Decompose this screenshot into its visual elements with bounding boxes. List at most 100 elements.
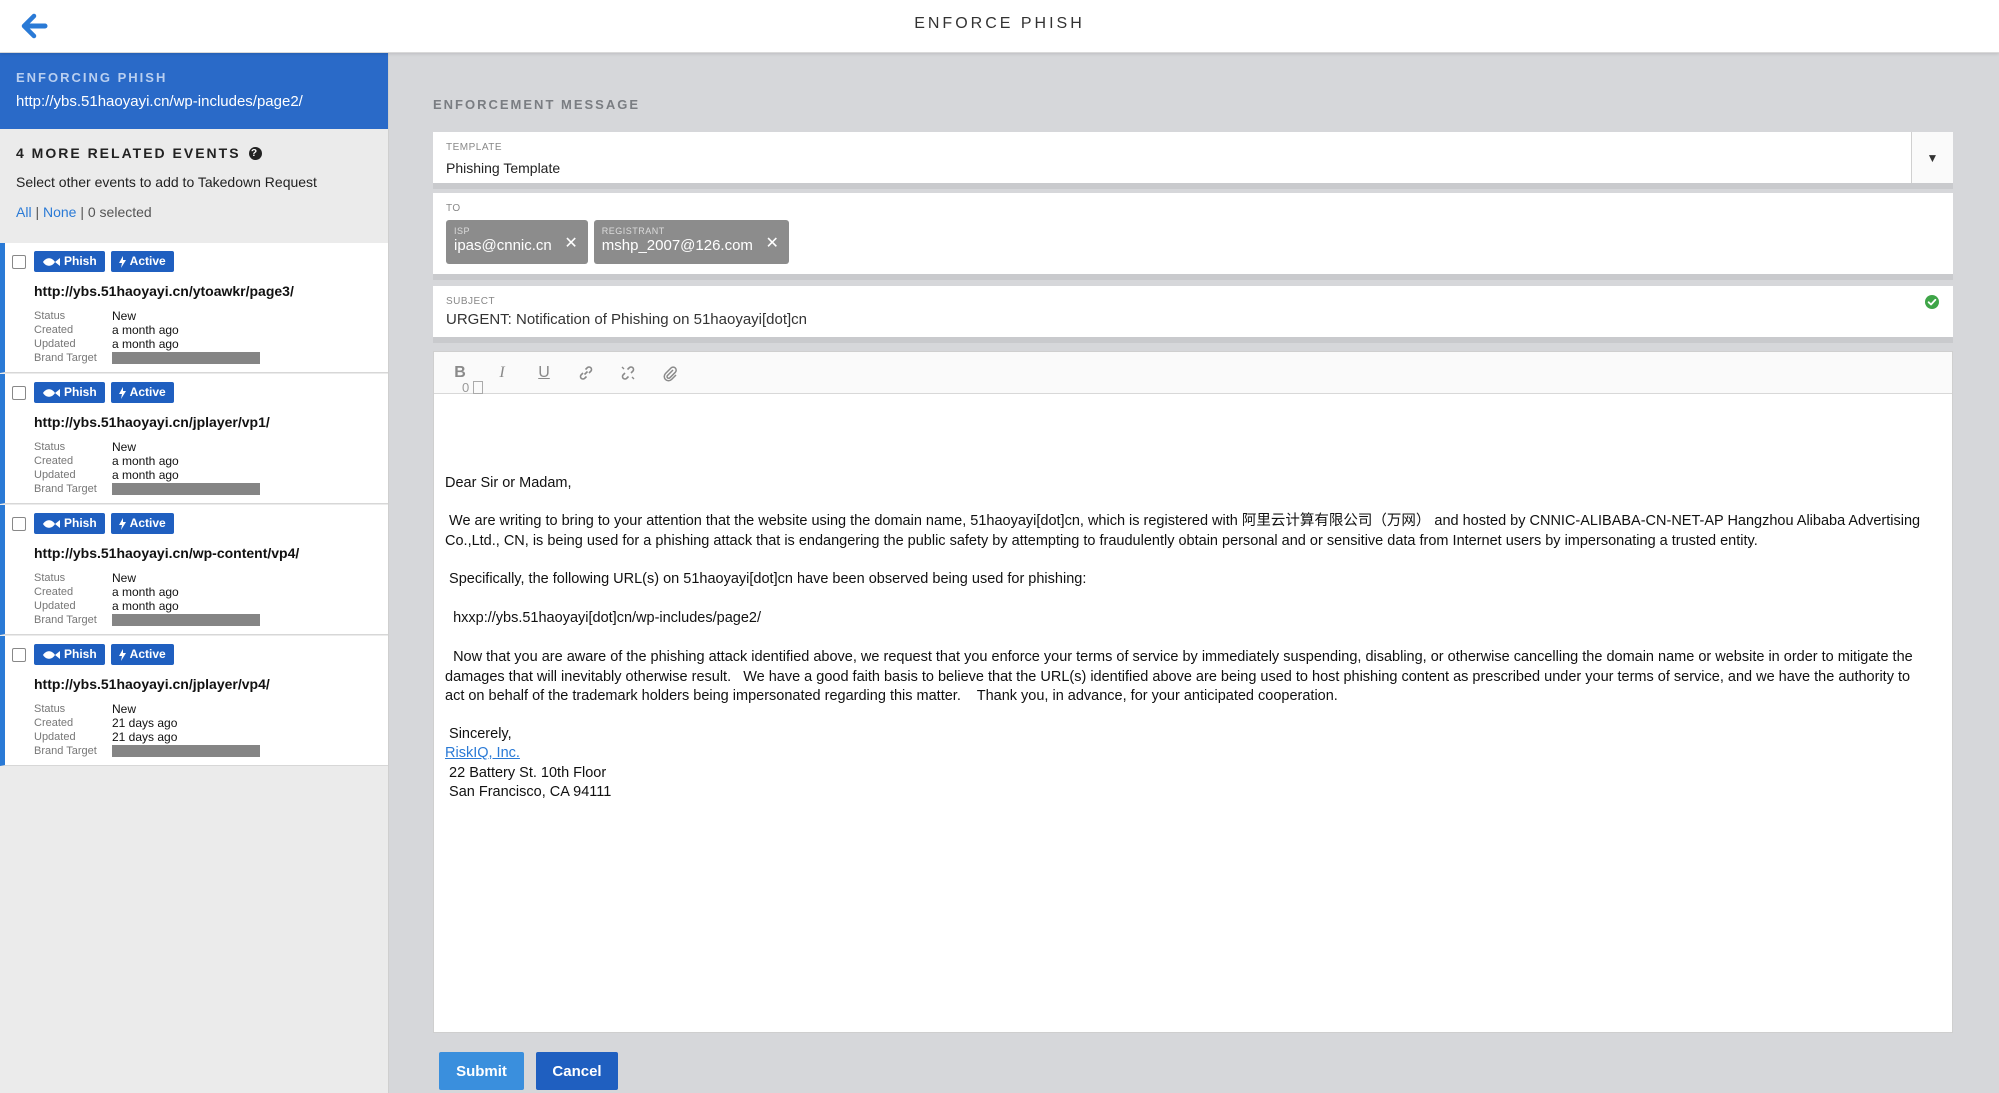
recipient-chips: ISP ipas@cnnic.cn ✕ REGISTRANT mshp_2007… bbox=[446, 220, 789, 264]
event-created: 21 days ago bbox=[112, 716, 178, 730]
event-url[interactable]: http://ybs.51haoyayi.cn/jplayer/vp4/ bbox=[34, 676, 270, 692]
recipient-chip-registrant: REGISTRANT mshp_2007@126.com ✕ bbox=[593, 220, 789, 264]
template-value: Phishing Template bbox=[446, 160, 561, 176]
event-created: a month ago bbox=[112, 454, 179, 468]
editor-toolbar: B I U bbox=[434, 352, 1952, 394]
brand-target-redacted bbox=[112, 745, 260, 757]
brand-target-redacted bbox=[112, 352, 260, 364]
template-select[interactable]: TEMPLATE Phishing Template ▼ bbox=[433, 132, 1953, 189]
meta-key: Status bbox=[34, 441, 66, 453]
select-all-link[interactable]: All bbox=[16, 204, 32, 220]
event-checkbox[interactable] bbox=[12, 255, 26, 269]
attachment-count-value: 0 bbox=[462, 380, 470, 395]
close-icon[interactable]: ✕ bbox=[766, 233, 779, 253]
chevron-down-icon[interactable]: ▼ bbox=[1911, 132, 1953, 183]
address-line-1: 22 Battery St. 10th Floor bbox=[445, 765, 607, 781]
link-icon[interactable] bbox=[574, 361, 598, 385]
event-updated: a month ago bbox=[112, 337, 179, 351]
message-editor[interactable]: B I U 0 Dear Sir or Madam, We are writin… bbox=[433, 351, 1953, 1033]
meta-key: Brand Target bbox=[34, 483, 97, 495]
cancel-button[interactable]: Cancel bbox=[536, 1052, 618, 1090]
related-event-item: Phish Active http://ybs.51haoyayi.cn/wp-… bbox=[0, 505, 388, 635]
related-events-title: 4 MORE RELATED EVENTS ? bbox=[16, 145, 372, 161]
related-events-title-text: 4 MORE RELATED EVENTS bbox=[16, 145, 241, 161]
body-paragraph-3: Now that you are aware of the phishing a… bbox=[445, 649, 1917, 704]
check-circle-icon bbox=[1925, 295, 1939, 309]
section-label: ENFORCEMENT MESSAGE bbox=[433, 97, 641, 112]
close-icon[interactable]: ✕ bbox=[564, 233, 577, 253]
event-badges: Phish Active bbox=[34, 251, 174, 272]
fish-icon bbox=[43, 650, 60, 659]
event-url[interactable]: http://ybs.51haoyayi.cn/ytoawkr/page3/ bbox=[34, 283, 294, 299]
badge-status-label: Active bbox=[129, 254, 166, 268]
event-checkbox[interactable] bbox=[12, 517, 26, 531]
event-created: a month ago bbox=[112, 323, 179, 337]
active-badge: Active bbox=[110, 513, 174, 534]
company-link[interactable]: RiskIQ, Inc. bbox=[445, 745, 520, 761]
attachment-count[interactable]: 0 bbox=[462, 380, 484, 395]
template-label: TEMPLATE bbox=[446, 142, 503, 153]
badge-type-label: Phish bbox=[64, 254, 97, 268]
bolt-icon bbox=[118, 255, 126, 268]
address-line-2: San Francisco, CA 94111 bbox=[445, 784, 612, 800]
event-url[interactable]: http://ybs.51haoyayi.cn/jplayer/vp1/ bbox=[34, 414, 270, 430]
chip-value: ipas@cnnic.cn bbox=[454, 237, 552, 254]
meta-key: Created bbox=[34, 324, 74, 336]
meta-key: Status bbox=[34, 310, 66, 322]
chip-label: REGISTRANT bbox=[601, 226, 665, 236]
document-icon bbox=[473, 381, 484, 394]
submit-button[interactable]: Submit bbox=[439, 1052, 524, 1090]
brand-target-redacted bbox=[112, 483, 260, 495]
subject-field[interactable]: SUBJECT URGENT: Notification of Phishing… bbox=[433, 286, 1953, 343]
related-event-list: Phish Active http://ybs.51haoyayi.cn/yto… bbox=[0, 243, 388, 767]
bolt-icon bbox=[118, 386, 126, 399]
fish-icon bbox=[43, 257, 60, 266]
related-event-item: Phish Active http://ybs.51haoyayi.cn/jpl… bbox=[0, 636, 388, 766]
badge-type-label: Phish bbox=[64, 647, 97, 661]
event-updated: a month ago bbox=[112, 468, 179, 482]
active-badge: Active bbox=[110, 382, 174, 403]
event-meta: Status New Created 21 days ago Updated 21 d… bbox=[34, 702, 260, 758]
page-title: ENFORCE PHISH bbox=[914, 15, 1085, 32]
related-event-item: Phish Active http://ybs.51haoyayi.cn/yto… bbox=[0, 243, 388, 373]
fish-icon bbox=[43, 388, 60, 397]
event-url[interactable]: http://ybs.51haoyayi.cn/wp-content/vp4/ bbox=[34, 545, 299, 561]
meta-key: Created bbox=[34, 717, 74, 729]
meta-key: Updated bbox=[34, 731, 76, 743]
related-events-description: Select other events to add to Takedown R… bbox=[16, 174, 317, 190]
phish-badge: Phish bbox=[34, 251, 105, 272]
subject-value[interactable]: URGENT: Notification of Phishing on 51ha… bbox=[446, 311, 807, 328]
italic-icon[interactable]: I bbox=[490, 361, 514, 385]
select-none-link[interactable]: None bbox=[43, 204, 76, 220]
body-paragraph-1: We are writing to bring to your attentio… bbox=[445, 513, 1925, 549]
underline-icon[interactable]: U bbox=[532, 361, 556, 385]
phish-badge: Phish bbox=[34, 513, 105, 534]
bolt-icon bbox=[118, 648, 126, 661]
sidebar: ENFORCING PHISH http://ybs.51haoyayi.cn/… bbox=[0, 53, 389, 1093]
event-badges: Phish Active bbox=[34, 513, 174, 534]
enforcing-url: http://ybs.51haoyayi.cn/wp-includes/page… bbox=[16, 93, 303, 110]
badge-type-label: Phish bbox=[64, 385, 97, 399]
unlink-icon[interactable] bbox=[616, 361, 640, 385]
bolt-icon bbox=[118, 517, 126, 530]
event-checkbox[interactable] bbox=[12, 648, 26, 662]
active-badge: Active bbox=[110, 251, 174, 272]
event-updated: a month ago bbox=[112, 599, 179, 613]
brand-target-redacted bbox=[112, 614, 260, 626]
meta-key: Updated bbox=[34, 469, 76, 481]
meta-key: Brand Target bbox=[34, 745, 97, 757]
body-url: hxxp://ybs.51haoyayi[dot]cn/wp-includes/… bbox=[445, 610, 761, 626]
attach-icon[interactable] bbox=[658, 361, 682, 385]
help-icon[interactable]: ? bbox=[248, 146, 262, 160]
event-updated: 21 days ago bbox=[112, 730, 178, 744]
chip-value: mshp_2007@126.com bbox=[601, 237, 753, 254]
phish-badge: Phish bbox=[34, 382, 105, 403]
event-checkbox[interactable] bbox=[12, 386, 26, 400]
event-status: New bbox=[112, 309, 137, 323]
meta-key: Brand Target bbox=[34, 614, 97, 626]
badge-status-label: Active bbox=[129, 516, 166, 530]
event-meta: Status New Created a month ago Updated a mo… bbox=[34, 309, 260, 365]
to-field[interactable]: TO ISP ipas@cnnic.cn ✕ REGISTRANT mshp_2… bbox=[433, 193, 1953, 280]
recipient-chip-isp: ISP ipas@cnnic.cn ✕ bbox=[446, 220, 588, 264]
event-status: New bbox=[112, 571, 137, 585]
